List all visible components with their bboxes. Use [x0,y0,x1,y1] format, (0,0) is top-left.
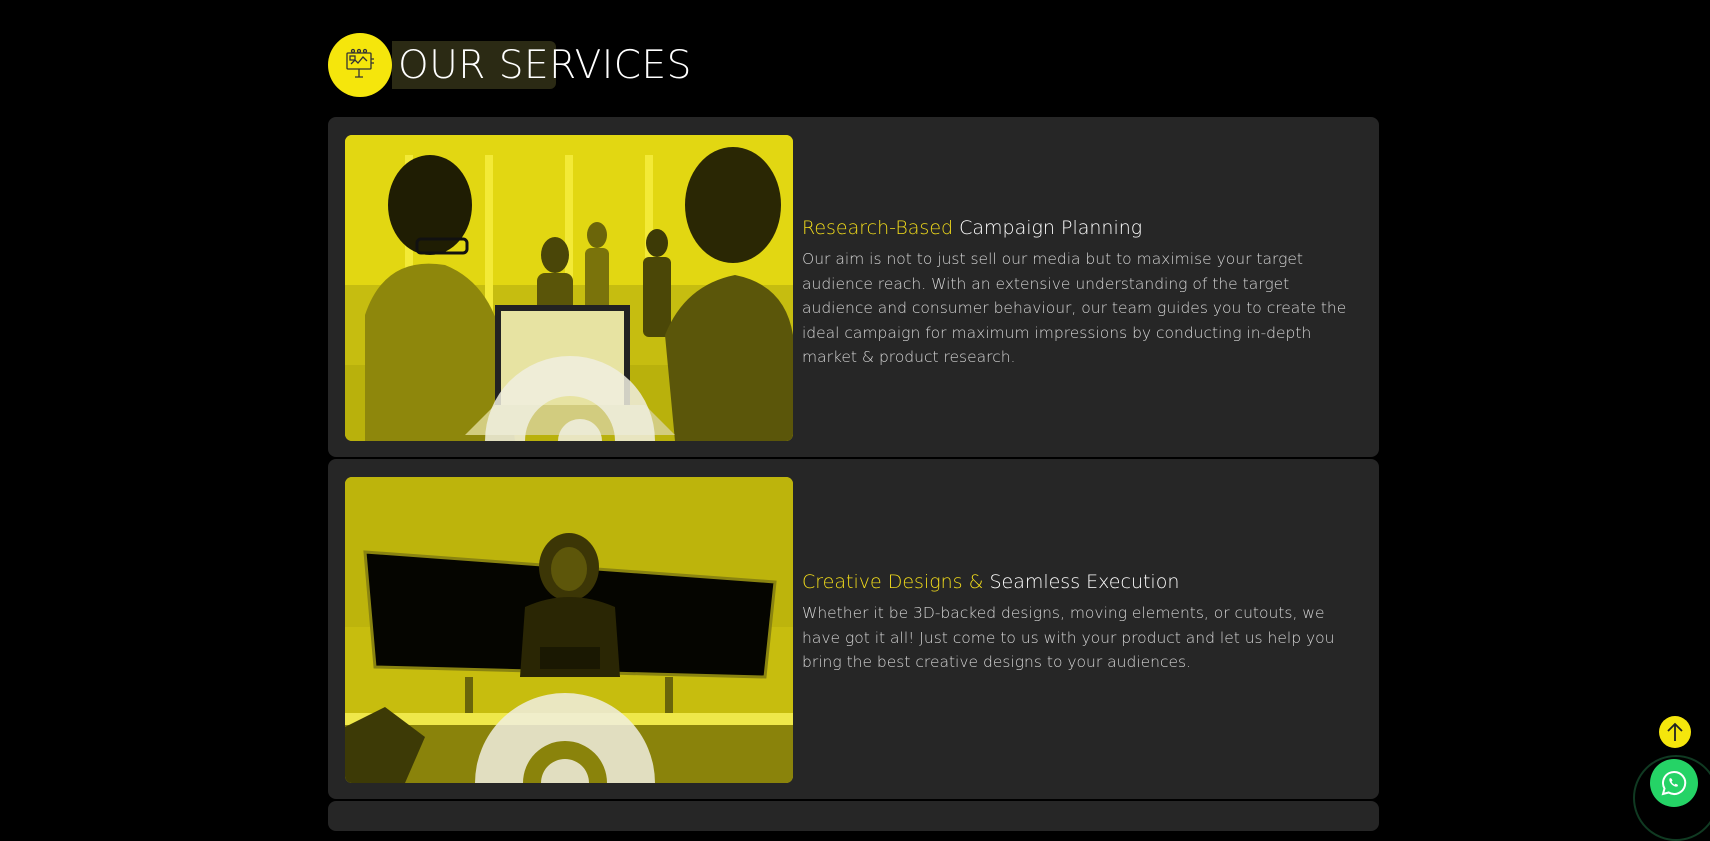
billboard-presentation-icon [346,48,374,78]
lion-billboard-photo [345,477,793,783]
service-card-research: Research-Based Campaign Planning Our aim… [328,117,1379,457]
services-logo [328,33,392,97]
heading-highlight: Research-Based [802,217,954,239]
scroll-to-top-button[interactable] [1659,716,1691,748]
arrow-up-icon [1667,722,1683,741]
services-header: OUR SERVICES [328,32,692,98]
service-description: Whether it be 3D-backed designs, moving … [802,604,1335,671]
business-meeting-photo [345,135,793,441]
service-heading: Research-Based Campaign Planning [802,217,1355,239]
heading-rest: Campaign Planning [959,217,1143,239]
whatsapp-button[interactable] [1650,759,1698,807]
page-title: OUR SERVICES [398,42,692,88]
service-card-creative: Creative Designs & Seamless Execution Wh… [328,459,1379,799]
title-container: OUR SERVICES [392,39,692,91]
service-description: Our aim is not to just sell our media bu… [802,250,1347,366]
whatsapp-icon [1661,770,1687,796]
service-text-research: Research-Based Campaign Planning Our aim… [802,217,1355,370]
service-heading: Creative Designs & Seamless Execution [802,571,1355,593]
service-text-creative: Creative Designs & Seamless Execution Wh… [802,571,1355,675]
heading-rest: Seamless Execution [989,571,1180,593]
service-card-partial [328,801,1379,831]
heading-highlight: Creative Designs & [802,571,984,593]
